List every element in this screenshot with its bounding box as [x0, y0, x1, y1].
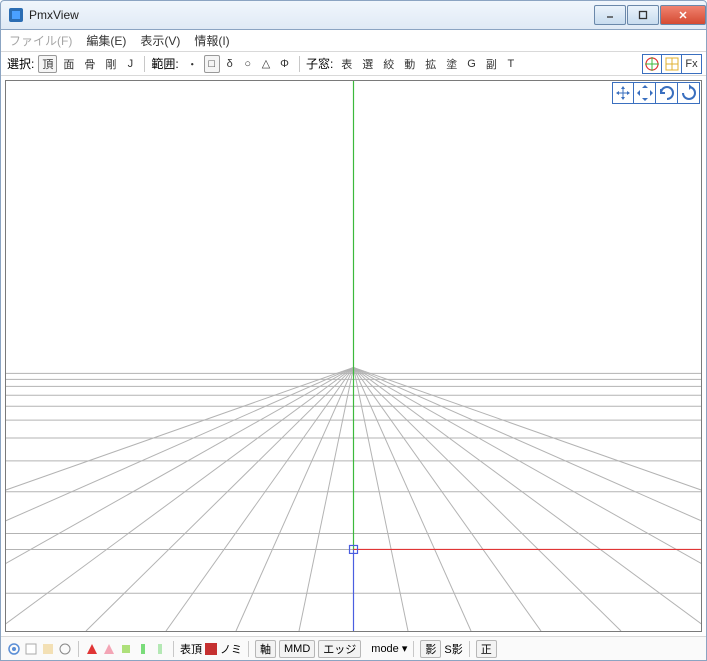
camera-target-icon[interactable]: [642, 54, 662, 74]
range-rect-button[interactable]: □: [204, 55, 220, 73]
separator: [469, 641, 470, 657]
chevron-down-icon: ▾: [402, 643, 408, 655]
child-paint-button[interactable]: 塗: [442, 55, 461, 73]
select-face-button[interactable]: 面: [59, 55, 78, 73]
menu-view[interactable]: 表示(V): [140, 32, 180, 49]
rigid-icon[interactable]: [119, 642, 133, 656]
select-rigid-button[interactable]: 剛: [101, 55, 120, 73]
mode-dropdown[interactable]: mode ▾: [371, 642, 407, 655]
separator: [144, 56, 145, 72]
menu-file[interactable]: ファイル(F): [9, 32, 72, 49]
fx-button[interactable]: Fx: [682, 54, 702, 74]
child-select-button[interactable]: 選: [358, 55, 377, 73]
select-vertex-button[interactable]: 頂: [38, 55, 57, 73]
child-move-button[interactable]: 動: [400, 55, 419, 73]
display-mode3-icon[interactable]: [41, 642, 55, 656]
joint-icon[interactable]: [136, 642, 150, 656]
window-title: PmxView: [29, 8, 593, 22]
menu-info[interactable]: 情報(I): [194, 32, 229, 49]
mmd-button[interactable]: MMD: [279, 640, 315, 658]
range-dot-button[interactable]: ・: [183, 55, 202, 73]
select-bone-button[interactable]: 骨: [80, 55, 99, 73]
separator: [413, 641, 414, 657]
range-tri-button[interactable]: △: [258, 55, 274, 73]
sshadow-label[interactable]: S影: [444, 641, 462, 657]
nav-move-icon[interactable]: [634, 82, 656, 104]
ortho-button[interactable]: 正: [476, 640, 497, 658]
display-mode4-icon[interactable]: [58, 642, 72, 656]
axis-button[interactable]: 軸: [255, 640, 276, 658]
child-t-button[interactable]: T: [503, 55, 519, 73]
bone-red-icon[interactable]: [85, 642, 99, 656]
grid-icon[interactable]: [662, 54, 682, 74]
toolbar: 選択: 頂 面 骨 剛 J 範囲: ・ □ δ ○ △ Φ 子窓: 表 選 絞 …: [1, 52, 706, 76]
separator: [248, 641, 249, 657]
child-g-button[interactable]: G: [463, 55, 480, 73]
shadow-button[interactable]: 影: [420, 640, 441, 658]
child-window-label: 子窓:: [306, 55, 333, 72]
child-refine-button[interactable]: 絞: [379, 55, 398, 73]
nav-reset-icon[interactable]: [678, 82, 700, 104]
minimize-button[interactable]: [594, 5, 626, 25]
select-label: 選択:: [7, 55, 34, 72]
title-bar: PmxView: [0, 0, 707, 30]
range-delta-button[interactable]: δ: [222, 55, 238, 73]
close-button[interactable]: [660, 5, 706, 25]
3d-viewport[interactable]: [5, 80, 702, 632]
edge-button[interactable]: エッジ: [318, 640, 361, 658]
status-bar: 表頂 ノミ 軸 MMD エッジ mode ▾ 影 S影 正: [1, 636, 706, 660]
child-sub-button[interactable]: 副: [482, 55, 501, 73]
select-joint-button[interactable]: J: [122, 55, 138, 73]
range-label: 範囲:: [151, 55, 178, 72]
maximize-button[interactable]: [627, 5, 659, 25]
display-vertex-label[interactable]: 表頂: [180, 641, 202, 657]
range-circle-button[interactable]: ○: [240, 55, 256, 73]
nav-pan-icon[interactable]: [612, 82, 634, 104]
joint2-icon[interactable]: [153, 642, 167, 656]
separator: [78, 641, 79, 657]
app-icon: [9, 8, 23, 22]
nomi-label[interactable]: ノミ: [220, 641, 242, 657]
display-mode2-icon[interactable]: [24, 642, 38, 656]
separator: [299, 56, 300, 72]
child-list-button[interactable]: 表: [337, 55, 356, 73]
bone-pink-icon[interactable]: [102, 642, 116, 656]
separator: [173, 641, 174, 657]
nav-rotate-icon[interactable]: [656, 82, 678, 104]
display-mode1-icon[interactable]: [7, 642, 21, 656]
menu-bar: ファイル(F) 編集(E) 表示(V) 情報(I): [1, 30, 706, 52]
grid-plane: [6, 81, 701, 631]
child-expand-button[interactable]: 拡: [421, 55, 440, 73]
vertex-color-swatch[interactable]: [205, 643, 217, 655]
menu-edit[interactable]: 編集(E): [86, 32, 126, 49]
range-phi-button[interactable]: Φ: [276, 55, 293, 73]
